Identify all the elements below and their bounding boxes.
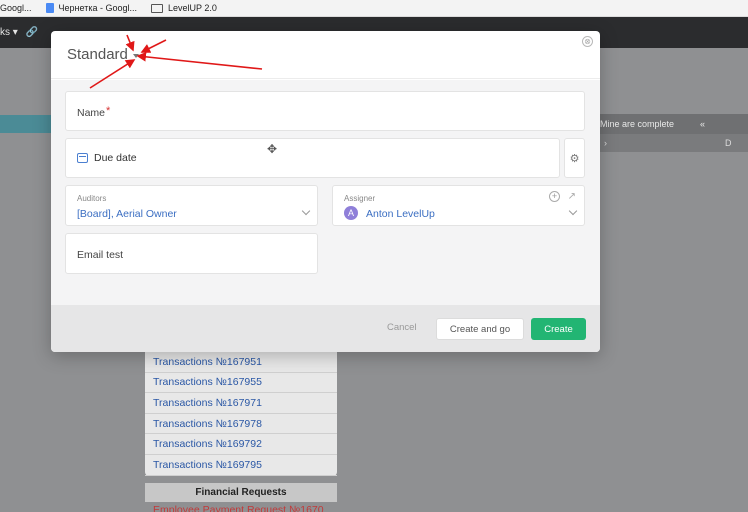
bookmark-label: Googl... [0, 3, 32, 13]
create-task-modal: Standard ⊗ Name* Due date ✥ ⚙ Auditors [… [51, 31, 600, 352]
chevron-down-icon[interactable] [301, 206, 311, 216]
cancel-button[interactable]: Cancel [387, 322, 417, 333]
chevron-right-icon[interactable]: › [604, 138, 607, 148]
list-item[interactable]: Employee Payment Request №1670 [153, 504, 324, 512]
list-item-label: Transactions №167971 [153, 396, 262, 409]
move-cursor-icon: ✥ [267, 142, 278, 156]
list-item[interactable]: Transactions №167978 [145, 414, 337, 435]
list-item[interactable]: Transactions №167955 [145, 373, 337, 394]
bookmarks-bar: Googl... Чернетка - Googl... LevelUP 2.0 [0, 0, 748, 17]
list-item-label: Transactions №169795 [153, 458, 262, 471]
bookmark-google[interactable]: Googl... [0, 3, 32, 13]
assigner-label: Assigner [344, 194, 376, 203]
link-icon: 🔗 [25, 27, 39, 38]
create-button[interactable]: Create [531, 318, 586, 340]
required-mark: * [106, 105, 111, 117]
add-circle-icon[interactable]: + [549, 191, 560, 202]
tasks-menu[interactable]: ks ▾ 🔗 [0, 27, 38, 38]
settings-button[interactable]: ⚙ [564, 138, 585, 178]
doc-icon [45, 3, 54, 13]
name-label-text: Name [77, 107, 106, 119]
external-link-icon[interactable]: ↗ [568, 191, 576, 202]
chevron-down-icon[interactable] [568, 206, 578, 216]
transactions-list: Transactions №167951 Transactions №16795… [145, 352, 337, 476]
due-date-label: Due date [94, 152, 137, 164]
column-header-label: Mine are complete [600, 119, 675, 129]
bookmark-levelup-folder[interactable]: LevelUP 2.0 [151, 3, 217, 13]
modal-title: Standard [67, 46, 128, 63]
create-and-go-button[interactable]: Create and go [436, 318, 524, 340]
list-item[interactable]: Transactions №169795 [145, 455, 337, 476]
tasks-menu-label: ks ▾ [0, 27, 18, 38]
list-item-label: Transactions №167955 [153, 376, 262, 389]
bookmark-label: LevelUP 2.0 [168, 3, 217, 13]
collapse-icon[interactable]: « [700, 119, 705, 129]
calendar-icon [77, 153, 88, 163]
gear-icon: ⚙ [569, 152, 580, 165]
list-item-label: Transactions №169792 [153, 438, 262, 451]
auditors-field[interactable]: Auditors [Board], Aerial Owner [65, 185, 318, 226]
close-icon[interactable]: ⊗ [582, 36, 593, 47]
column-row: › D [598, 134, 748, 152]
template-selector[interactable]: Standard [67, 46, 139, 63]
modal-header: Standard ⊗ [51, 31, 600, 79]
column-row-label: D [725, 138, 732, 148]
bookmark-label: Чернетка - Googl... [58, 3, 137, 13]
avatar: A [344, 206, 358, 220]
modal-body: Name* Due date ✥ ⚙ Auditors [Board], Aer… [51, 80, 600, 305]
column-header: Mine are complete « [598, 114, 748, 134]
caret-down-icon [132, 54, 139, 58]
auditors-value: [Board], Aerial Owner [77, 208, 177, 220]
due-date-field[interactable]: Due date ✥ [65, 138, 560, 178]
list-item-label: Transactions №167951 [153, 355, 262, 368]
name-field[interactable]: Name* [65, 91, 585, 131]
email-test-field[interactable]: Email test [65, 233, 318, 274]
name-label: Name* [77, 105, 111, 119]
project-strip [0, 115, 51, 133]
list-item[interactable]: Transactions №169792 [145, 434, 337, 455]
folder-icon [151, 3, 163, 13]
modal-footer: Cancel Create and go Create [51, 305, 600, 352]
list-item-label: Transactions №167978 [153, 417, 262, 430]
auditors-label: Auditors [77, 194, 107, 203]
list-item[interactable]: Transactions №167971 [145, 393, 337, 414]
financial-requests-header: Financial Requests [145, 483, 337, 502]
bookmark-draft-doc[interactable]: Чернетка - Googl... [45, 3, 137, 13]
email-test-label: Email test [77, 249, 124, 261]
assigner-field[interactable]: Assigner A Anton LevelUp + ↗ [332, 185, 585, 226]
assigner-value: Anton LevelUp [366, 208, 435, 220]
list-item[interactable]: Transactions №167951 [145, 352, 337, 373]
